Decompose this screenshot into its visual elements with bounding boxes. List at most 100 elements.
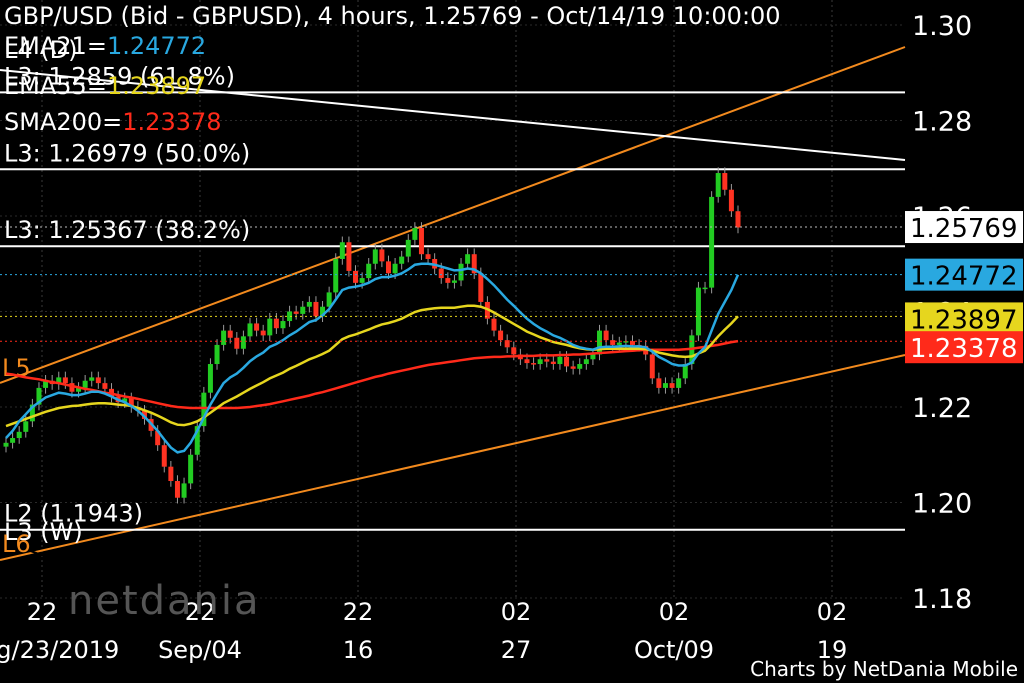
candle-body-102 <box>676 378 682 388</box>
legend-sma200-value: 1.23378 <box>122 108 222 136</box>
candle-body-45 <box>300 306 306 314</box>
candle-body-56 <box>372 249 378 264</box>
candle-body-69 <box>458 263 464 281</box>
legend-sma200-label: SMA200= <box>4 108 123 136</box>
candle-body-28 <box>188 454 194 484</box>
candle-102 <box>676 372 682 394</box>
candle-36 <box>240 330 246 355</box>
candle-19 <box>128 392 134 413</box>
candle-51 <box>339 236 345 265</box>
candle-body-101 <box>669 383 675 388</box>
y-tick-label-5: 1.20 <box>912 489 972 520</box>
candle-body-36 <box>240 336 246 349</box>
candle-body-66 <box>438 268 444 279</box>
x-tick-top-5: 02 <box>817 598 848 626</box>
candle-48 <box>320 300 326 323</box>
candle-32 <box>214 339 220 370</box>
legend-sma200: SMA200=1.23378 <box>4 108 222 136</box>
candle-69 <box>458 258 464 287</box>
ema21-line <box>5 262 740 454</box>
candle-body-52 <box>346 242 352 271</box>
candle-6 <box>43 375 49 394</box>
x-tick-bottom-2: 16 <box>343 636 374 664</box>
candle-26 <box>174 475 180 504</box>
candle-body-68 <box>451 280 457 283</box>
candle-0 <box>3 437 9 453</box>
moving-averages <box>0 226 905 454</box>
candle-91 <box>603 324 609 346</box>
candle-56 <box>372 243 378 270</box>
candle-body-70 <box>465 254 471 264</box>
candle-body-72 <box>478 273 484 302</box>
candle-body-37 <box>247 323 253 337</box>
candle-body-32 <box>214 344 220 365</box>
candle-body-26 <box>174 481 180 498</box>
x-tick-bottom-1: Sep/04 <box>158 636 242 664</box>
y-tick-label-6: 1.18 <box>912 584 972 615</box>
candle-body-2 <box>16 431 22 439</box>
candle-body-58 <box>385 261 391 274</box>
candle-body-93 <box>616 342 622 345</box>
candle-body-74 <box>491 318 497 331</box>
legend-ema21-value: 1.24772 <box>106 32 207 60</box>
candle-body-83 <box>550 361 556 365</box>
candle-body-87 <box>577 364 583 369</box>
candle-2 <box>16 426 22 444</box>
price-tag-label-2: 1.23897 <box>910 305 1018 335</box>
legend-ema55-value: 1.23897 <box>106 72 207 100</box>
candle-body-100 <box>662 383 668 388</box>
candle-24 <box>161 439 167 473</box>
candle-body-59 <box>392 263 398 274</box>
candle-body-61 <box>405 239 411 257</box>
candle-body-60 <box>399 256 405 264</box>
candle-body-31 <box>207 364 213 393</box>
candle-body-39 <box>260 330 266 336</box>
candle-70 <box>465 248 471 270</box>
candle-61 <box>405 234 411 263</box>
candle-33 <box>221 324 227 351</box>
candle-body-1 <box>10 438 16 443</box>
candle-46 <box>306 296 312 313</box>
price-tag-label-1: 1.24772 <box>910 262 1018 292</box>
candle-body-63 <box>418 227 424 255</box>
candle-25 <box>168 460 174 487</box>
price-tag-0: 1.25769 <box>905 211 1023 244</box>
candle-body-24 <box>161 445 167 467</box>
candle-87 <box>577 358 583 375</box>
candle-body-9 <box>62 377 68 384</box>
candle-body-46 <box>306 301 312 307</box>
candle-body-98 <box>649 354 655 379</box>
price-tag-label-3: 1.23378 <box>910 334 1018 364</box>
candle-body-109 <box>722 173 728 190</box>
candle-14 <box>95 371 101 389</box>
price-tag-3: 1.23378 <box>905 331 1023 364</box>
x-tick-bottom-4: Oct/09 <box>634 636 714 664</box>
candle-body-14 <box>95 377 101 384</box>
candle-99 <box>656 372 662 394</box>
candle-body-35 <box>234 337 240 349</box>
candle-body-54 <box>359 278 365 283</box>
candle-body-82 <box>544 359 550 362</box>
candle-38 <box>254 317 260 337</box>
candle-body-44 <box>293 311 299 314</box>
candle-86 <box>570 360 576 375</box>
candle-body-41 <box>273 318 279 329</box>
candle-body-47 <box>313 301 319 317</box>
candle-62 <box>412 222 418 246</box>
footer-credit: Charts by NetDania Mobile <box>750 657 1018 681</box>
candle-body-108 <box>715 173 721 197</box>
candle-107 <box>709 191 715 294</box>
candle-body-64 <box>425 254 431 259</box>
candle-body-40 <box>267 318 273 336</box>
price-tag-label-0: 1.25769 <box>910 214 1018 244</box>
price-tags: 1.25769 1.24772 1.238971.23378 <box>905 211 1023 364</box>
candle-body-27 <box>181 483 187 498</box>
candle-83 <box>550 355 556 370</box>
y-tick-label-1: 1.28 <box>912 107 972 138</box>
candle-body-91 <box>603 330 609 341</box>
candle-body-50 <box>333 258 339 293</box>
candle-body-111 <box>735 211 741 228</box>
x-tick-top-4: 02 <box>659 598 690 626</box>
candle-106 <box>702 281 708 294</box>
candle-40 <box>267 312 273 342</box>
